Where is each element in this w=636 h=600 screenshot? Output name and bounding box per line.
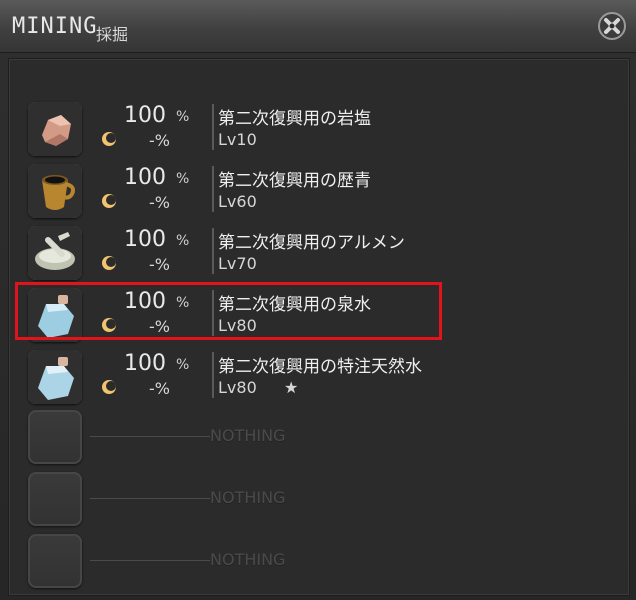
- column-divider: [212, 104, 214, 150]
- star-icon: ★: [284, 378, 299, 397]
- hq-rate: -%: [100, 378, 198, 398]
- hq-rate: -%: [100, 130, 198, 150]
- empty-slot: [28, 534, 82, 588]
- item-level: Lv70: [218, 254, 257, 273]
- item-level: Lv80: [218, 378, 257, 397]
- hq-rate: -%: [100, 192, 198, 212]
- hq-rate-value: -%: [149, 193, 170, 212]
- hq-rate: -%: [100, 254, 198, 274]
- item-level: Lv60: [218, 192, 257, 211]
- hq-icon: [102, 194, 116, 208]
- empty-slot-label: NOTHING: [210, 488, 286, 507]
- hq-icon: [102, 256, 116, 270]
- close-button[interactable]: [596, 10, 628, 42]
- success-rate-unit: %: [176, 233, 190, 249]
- success-rate-value: 100: [124, 165, 166, 190]
- success-rate: 100 %: [98, 165, 196, 191]
- empty-slot: [28, 410, 82, 464]
- hq-rate-value: -%: [149, 131, 170, 150]
- gathering-item-row[interactable]: 100 % -% 第二次復興用のアルメン Lv70: [24, 220, 544, 280]
- item-slot[interactable]: [28, 102, 82, 156]
- item-slot[interactable]: [28, 226, 82, 280]
- item-name: 第二次復興用の岩塩: [218, 109, 371, 129]
- empty-slot: [28, 472, 82, 526]
- empty-slot-label: NOTHING: [210, 550, 286, 569]
- hq-icon: [102, 132, 116, 146]
- success-rate: 100 %: [98, 227, 196, 253]
- gathering-item-row[interactable]: 100 % -% 第二次復興用の特注天然水 Lv80 ★: [24, 344, 544, 404]
- gathering-item-row[interactable]: 100 % -% 第二次復興用の岩塩 Lv10: [24, 96, 544, 156]
- item-slot[interactable]: [28, 350, 82, 404]
- bitumen-pot-icon: [28, 164, 82, 218]
- column-divider: [212, 228, 214, 274]
- window-subtitle: 採掘: [96, 25, 129, 44]
- empty-slot-label: NOTHING: [210, 426, 286, 445]
- item-name: 第二次復興用の特注天然水: [218, 357, 422, 377]
- success-rate: 100 %: [98, 351, 196, 377]
- alumen-mortar-icon: [28, 226, 82, 280]
- empty-slot-row: NOTHING: [24, 528, 544, 588]
- item-slot[interactable]: [28, 164, 82, 218]
- empty-slot-row: NOTHING: [24, 466, 544, 526]
- selected-item-highlight: [15, 282, 442, 340]
- item-name: 第二次復興用のアルメン: [218, 233, 405, 253]
- item-level: Lv10: [218, 130, 257, 149]
- special-spring-water-bottle-icon: [28, 350, 82, 404]
- success-rate-value: 100: [124, 351, 166, 376]
- hq-rate-value: -%: [149, 379, 170, 398]
- hq-icon: [102, 380, 116, 394]
- rock-salt-icon: [28, 102, 82, 156]
- empty-row-line: [90, 560, 210, 561]
- gathering-window: MINING 採掘 100 % -% 第二次復興用の岩塩 Lv10 100 % …: [0, 0, 636, 600]
- column-divider: [212, 352, 214, 398]
- success-rate-unit: %: [176, 171, 190, 187]
- empty-row-line: [90, 498, 210, 499]
- close-icon: [598, 12, 626, 40]
- empty-slot-row: NOTHING: [24, 404, 544, 464]
- success-rate: 100 %: [98, 103, 196, 129]
- gathering-item-row[interactable]: 100 % -% 第二次復興用の歴青 Lv60: [24, 158, 544, 218]
- hq-rate-value: -%: [149, 255, 170, 274]
- empty-row-line: [90, 436, 210, 437]
- success-rate-unit: %: [176, 357, 190, 373]
- window-titlebar[interactable]: MINING 採掘: [0, 0, 636, 53]
- window-title: MINING: [12, 14, 98, 39]
- success-rate-unit: %: [176, 109, 190, 125]
- column-divider: [212, 166, 214, 212]
- success-rate-value: 100: [124, 227, 166, 252]
- item-name: 第二次復興用の歴青: [218, 171, 371, 191]
- success-rate-value: 100: [124, 103, 166, 128]
